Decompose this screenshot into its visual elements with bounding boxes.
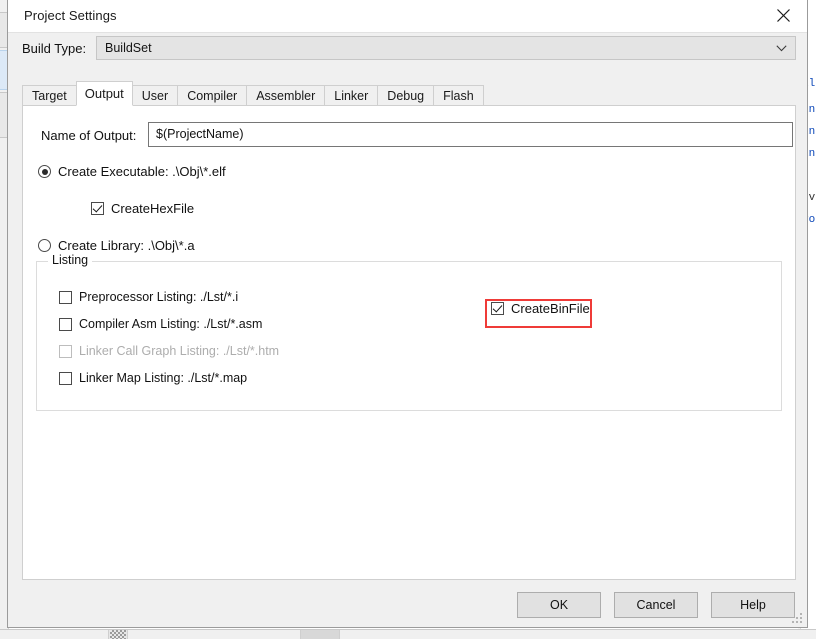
background-rail-item xyxy=(0,92,7,138)
dialog-titlebar[interactable]: Project Settings xyxy=(8,0,807,33)
create-executable-label: Create Executable: .\Obj\*.elf xyxy=(58,164,226,179)
tab-label: Flash xyxy=(443,88,474,103)
tab-label: User xyxy=(141,88,169,103)
create-hex-file-checkbox[interactable]: CreateHexFile xyxy=(91,201,194,216)
preprocessor-listing-checkbox[interactable]: Preprocessor Listing: ./Lst/*.i xyxy=(59,290,238,304)
tab-label: Compiler xyxy=(187,88,238,103)
screen: ile in in in (v vo Project Settings Buil… xyxy=(0,0,816,639)
compiler-asm-listing-checkbox[interactable]: Compiler Asm Listing: ./Lst/*.asm xyxy=(59,317,262,331)
tab-user[interactable]: User xyxy=(131,85,179,106)
create-library-radio[interactable]: Create Library: .\Obj\*.a xyxy=(38,238,195,253)
checkbox-indicator-icon xyxy=(59,344,72,358)
checkbox-indicator-icon xyxy=(59,371,72,385)
compiler-asm-listing-label: Compiler Asm Listing: ./Lst/*.asm xyxy=(79,317,263,331)
build-type-value: BuildSet xyxy=(105,41,152,55)
tab-compiler[interactable]: Compiler xyxy=(177,85,248,106)
dialog-title: Project Settings xyxy=(24,8,117,23)
create-library-label: Create Library: .\Obj\*.a xyxy=(58,238,195,253)
ok-button[interactable]: OK xyxy=(517,592,601,618)
resize-grip[interactable] xyxy=(792,613,803,624)
linker-map-listing-checkbox[interactable]: Linker Map Listing: ./Lst/*.map xyxy=(59,371,247,385)
linker-call-graph-listing-label: Linker Call Graph Listing: ./Lst/*.htm xyxy=(79,344,280,358)
create-executable-radio[interactable]: Create Executable: .\Obj\*.elf xyxy=(38,164,226,179)
tab-label: Output xyxy=(84,86,124,101)
name-of-output-label: Name of Output: xyxy=(41,128,137,143)
build-type-select[interactable]: BuildSet xyxy=(96,36,796,60)
listing-group: Listing Preprocessor Listing: ./Lst/*.i … xyxy=(36,253,782,411)
tab-assembler[interactable]: Assembler xyxy=(246,85,326,106)
build-type-label: Build Type: xyxy=(22,41,87,56)
tab-label: Linker xyxy=(334,88,369,103)
background-rail-item xyxy=(0,12,7,48)
checkbox-indicator-icon xyxy=(91,202,104,215)
chevron-down-icon xyxy=(776,45,787,52)
output-tab-panel: Name of Output: $(ProjectName) Create Ex… xyxy=(22,105,796,580)
create-hex-file-label: CreateHexFile xyxy=(111,201,195,216)
radio-indicator-icon xyxy=(38,165,51,178)
name-of-output-input[interactable]: $(ProjectName) xyxy=(148,122,793,147)
background-hatch-marker xyxy=(110,630,126,639)
project-settings-dialog: Project Settings Build Type: BuildSet Ta… xyxy=(7,0,808,628)
background-rail-item xyxy=(0,50,7,90)
tab-target[interactable]: Target xyxy=(22,85,77,106)
radio-indicator-icon xyxy=(38,239,51,252)
tab-label: Target xyxy=(32,88,67,103)
linker-call-graph-listing-checkbox: Linker Call Graph Listing: ./Lst/*.htm xyxy=(59,344,279,358)
background-bottom-tab xyxy=(300,630,340,639)
tab-linker[interactable]: Linker xyxy=(324,85,379,106)
build-type-row: Build Type: BuildSet xyxy=(8,33,807,65)
tab-debug[interactable]: Debug xyxy=(377,85,435,106)
name-of-output-value: $(ProjectName) xyxy=(156,127,244,141)
preprocessor-listing-label: Preprocessor Listing: ./Lst/*.i xyxy=(79,290,239,304)
tab-output[interactable]: Output xyxy=(75,81,133,106)
checkbox-indicator-icon xyxy=(59,317,72,331)
tab-label: Debug xyxy=(387,88,425,103)
linker-map-listing-label: Linker Map Listing: ./Lst/*.map xyxy=(79,371,248,385)
settings-tabs: Target Output User Compiler Assembler Li… xyxy=(22,81,484,106)
close-icon xyxy=(777,9,790,22)
listing-group-legend: Listing xyxy=(48,253,93,267)
cancel-button[interactable]: Cancel xyxy=(614,592,698,618)
close-button[interactable] xyxy=(761,0,807,31)
tab-flash[interactable]: Flash xyxy=(433,85,484,106)
checkbox-indicator-icon xyxy=(59,290,72,304)
tab-label: Assembler xyxy=(256,88,316,103)
help-button[interactable]: Help xyxy=(711,592,795,618)
